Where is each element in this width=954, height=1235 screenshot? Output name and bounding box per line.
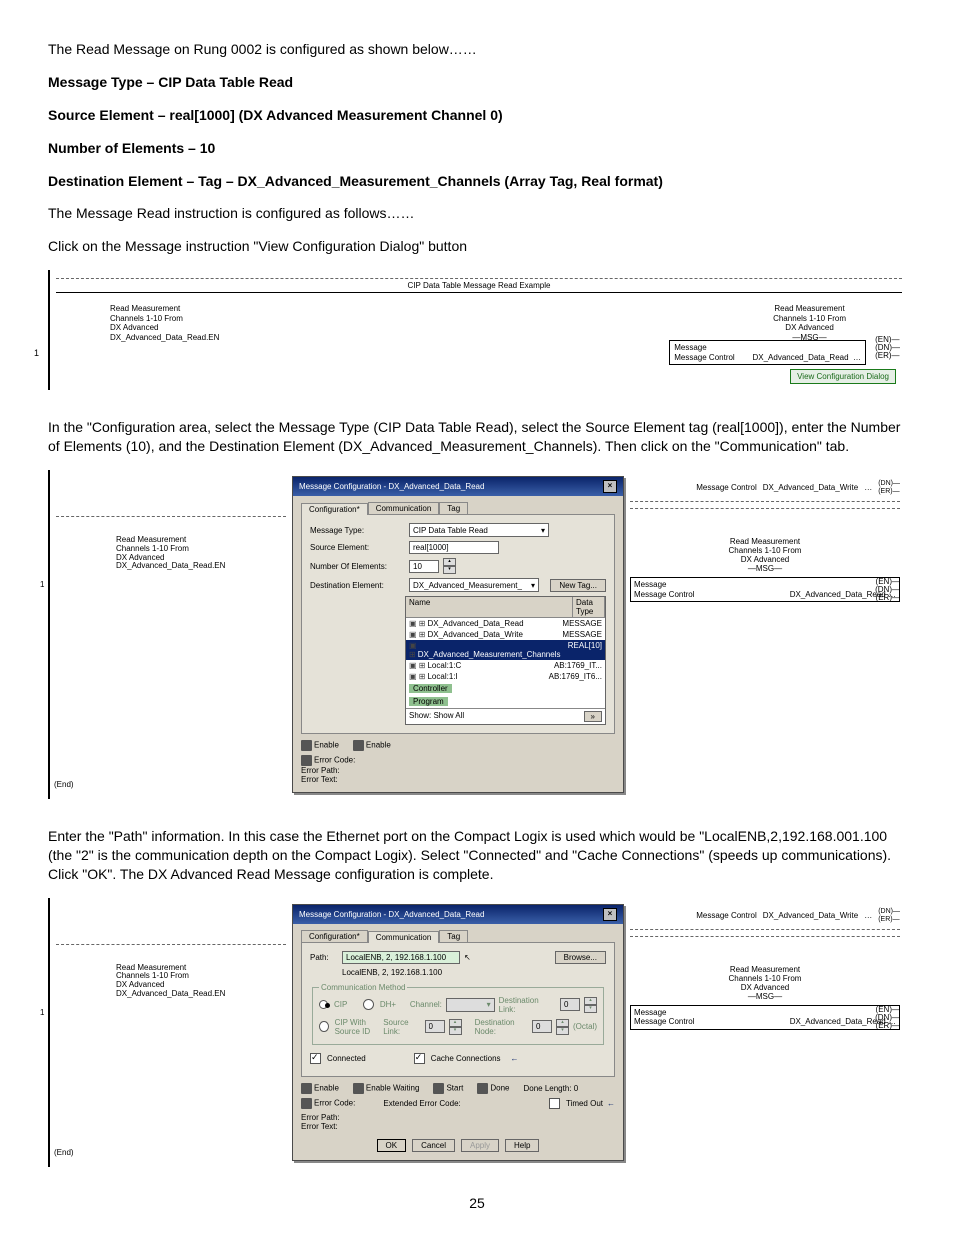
figure-comm-dialog: Read Measurement Channels 1-10 From DX A… <box>48 898 906 1167</box>
rung-end: (End) <box>54 780 74 789</box>
rung-number-3: 1 <box>40 1008 44 1017</box>
dest-link-input[interactable] <box>560 998 580 1011</box>
source-element-label: Source Element: <box>310 543 405 552</box>
spec-line-1: Message Type – CIP Data Table Read <box>48 73 906 92</box>
tab-configuration-2[interactable]: Configuration* <box>301 930 368 942</box>
browse-button[interactable]: Browse... <box>555 951 606 964</box>
paragraph-2: The Message Read instruction is configur… <box>48 204 906 223</box>
side-note: Read Measurement Channels 1-10 From DX A… <box>630 537 900 573</box>
expand-button[interactable]: » <box>584 711 602 722</box>
msg-control-value: DX_Advanced_Data_Write <box>763 483 858 492</box>
paragraph-3: Click on the Message instruction "View C… <box>48 237 906 256</box>
num-elements-label: Number Of Elements: <box>310 562 405 571</box>
cip-src-radio[interactable] <box>319 1021 329 1032</box>
num-elements-spinner[interactable]: ▴▾ <box>443 558 456 574</box>
chevron-down-icon: ▾ <box>531 581 535 590</box>
fig1-status-flags: (EN)—(DN)—(ER)— <box>875 336 900 360</box>
fig1-right-note: Read Measurement Channels 1-10 From DX A… <box>773 304 846 342</box>
tag-browser[interactable]: NameData Type ▣ ⊞DX_Advanced_Data_ReadME… <box>405 596 606 725</box>
paragraph-5: Enter the "Path" information. In this ca… <box>48 827 906 884</box>
source-element-input[interactable] <box>409 541 499 554</box>
dialog-title: Message Configuration - DX_Advanced_Data… <box>299 482 484 491</box>
tab-communication[interactable]: Communication <box>368 502 440 514</box>
help-button[interactable]: Help <box>505 1139 539 1152</box>
arrow-icon: ← <box>511 1054 519 1063</box>
dialog-title-2: Message Configuration - DX_Advanced_Data… <box>299 910 484 919</box>
apply-button[interactable]: Apply <box>461 1139 499 1152</box>
message-config-dialog-2: Message Configuration - DX_Advanced_Data… <box>292 904 624 1161</box>
spec-line-3: Number of Elements – 10 <box>48 139 906 158</box>
fig1-title: CIP Data Table Message Read Example <box>56 281 902 290</box>
figure-ladder-1: CIP Data Table Message Read Example 1 Re… <box>48 270 906 390</box>
ok-button[interactable]: OK <box>377 1139 407 1152</box>
close-icon[interactable]: × <box>603 480 617 493</box>
num-elements-input[interactable] <box>409 560 439 573</box>
view-config-dialog-button[interactable]: View Configuration Dialog <box>790 369 896 384</box>
connected-checkbox[interactable] <box>310 1053 321 1064</box>
tab-configuration[interactable]: Configuration* <box>301 503 368 515</box>
spec-line-4: Destination Element – Tag – DX_Advanced_… <box>48 172 906 191</box>
path-echo: LocalENB, 2, 192.168.1.100 <box>342 968 606 977</box>
page-number: 25 <box>48 1195 906 1211</box>
tag-row-selected[interactable]: ▣ ⊞DX_Advanced_Measurement_ChannelsREAL[… <box>406 640 605 660</box>
msg-control-label: Message Control <box>696 483 756 492</box>
cip-radio[interactable] <box>319 1000 328 1009</box>
tab-tag-2[interactable]: Tag <box>439 930 468 942</box>
paragraph-4: In the "Configuration area, select the M… <box>48 418 906 456</box>
cursor-icon: ↖ <box>464 953 471 962</box>
message-type-label: Message Type: <box>310 526 405 535</box>
path-label: Path: <box>310 953 338 962</box>
chevron-down-icon: ▾ <box>541 526 545 535</box>
dest-element-select[interactable]: DX_Advanced_Measurement_▾ <box>409 578 539 592</box>
rung-end-3: (End) <box>54 1148 74 1157</box>
rung-number: 1 <box>34 348 39 358</box>
path-input[interactable] <box>342 951 460 964</box>
src-link-input[interactable] <box>425 1020 445 1033</box>
dest-element-label: Destination Element: <box>310 581 405 590</box>
comm-method-legend: Communication Method <box>319 983 407 992</box>
tab-communication-2[interactable]: Communication <box>368 931 440 943</box>
fig1-message-box: Message Message Control DX_Advanced_Data… <box>669 340 866 365</box>
message-type-select[interactable]: CIP Data Table Read▾ <box>409 523 549 537</box>
cache-checkbox[interactable] <box>414 1053 425 1064</box>
figure-config-dialog: Read Measurement Channels 1-10 From DX A… <box>48 470 906 799</box>
dh-radio[interactable] <box>363 999 374 1010</box>
close-icon[interactable]: × <box>603 908 617 921</box>
message-config-dialog: Message Configuration - DX_Advanced_Data… <box>292 476 624 793</box>
spec-line-2: Source Element – real[1000] (DX Advanced… <box>48 106 906 125</box>
timed-out-checkbox[interactable] <box>549 1098 560 1109</box>
fig1-left-note: Read Measurement Channels 1-10 From DX A… <box>110 304 219 342</box>
fig2-left-note: Read Measurement Channels 1-10 From DX A… <box>116 536 225 571</box>
rung-number-2: 1 <box>40 580 44 589</box>
intro-text: The Read Message on Rung 0002 is configu… <box>48 40 906 59</box>
fig3-left-note: Read Measurement Channels 1-10 From DX A… <box>116 964 225 999</box>
cancel-button[interactable]: Cancel <box>412 1139 455 1152</box>
new-tag-button[interactable]: New Tag... <box>550 579 606 592</box>
tab-tag[interactable]: Tag <box>439 502 468 514</box>
dest-node-input[interactable] <box>532 1020 552 1033</box>
